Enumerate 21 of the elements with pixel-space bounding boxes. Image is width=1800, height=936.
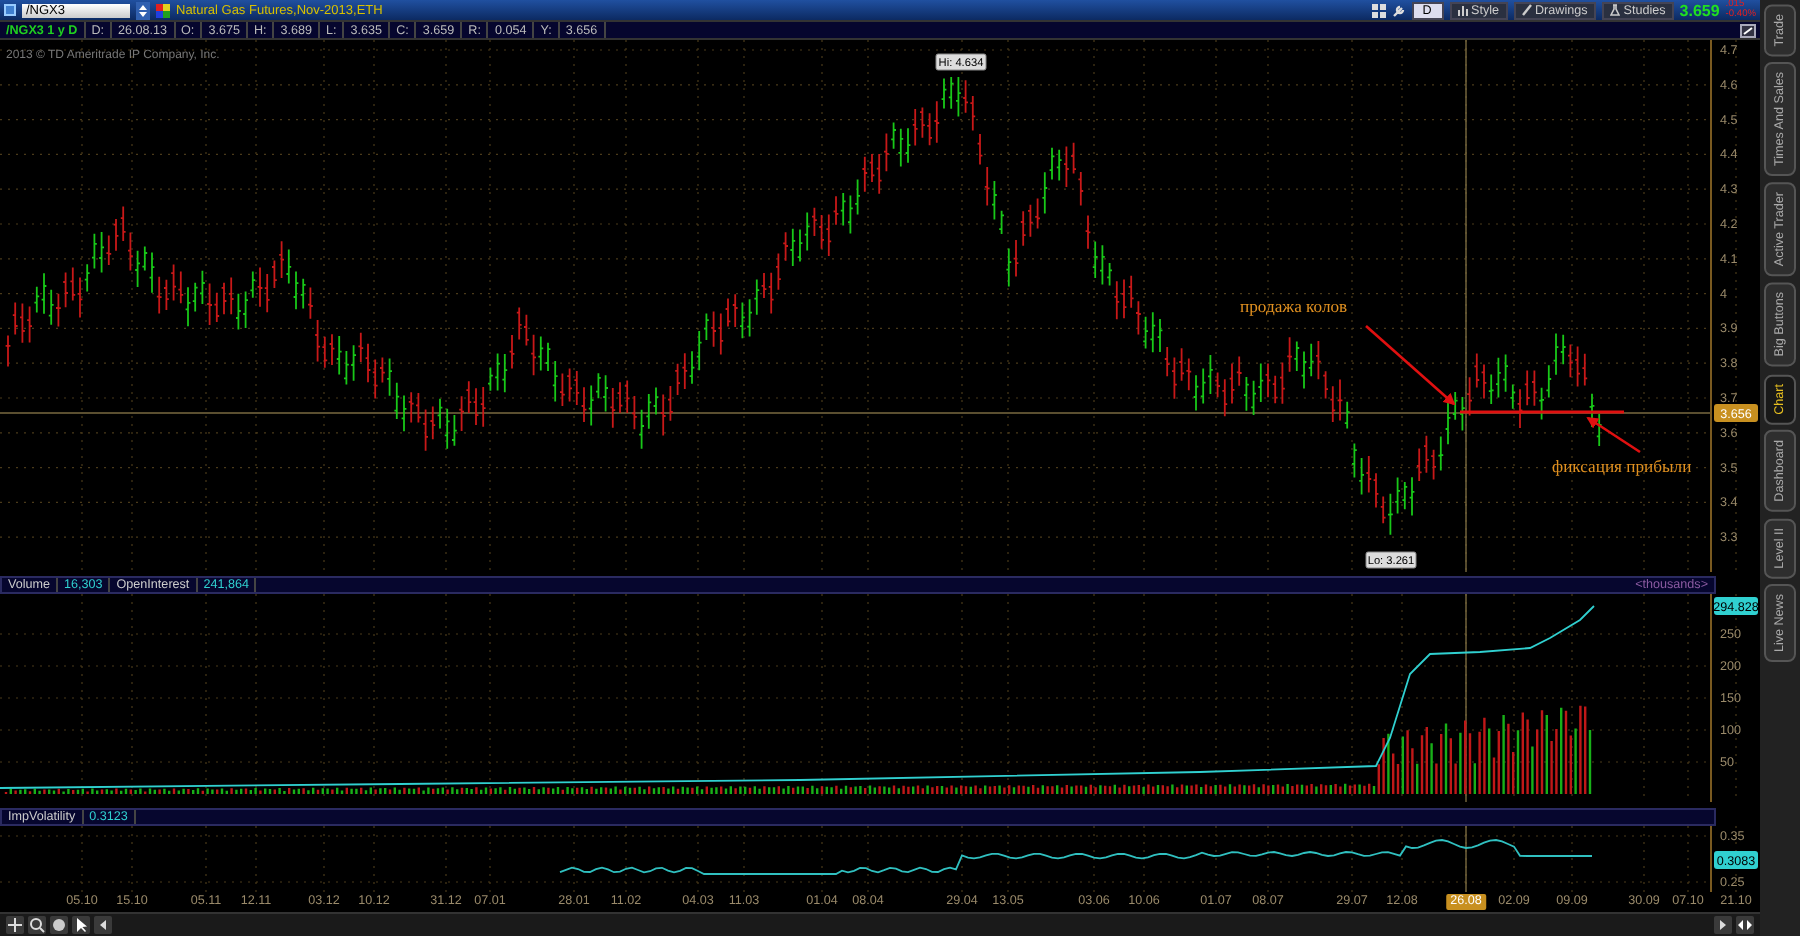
pencil-icon bbox=[1521, 4, 1531, 16]
pointer-icon[interactable] bbox=[72, 916, 90, 934]
zoom-box-icon[interactable] bbox=[1740, 23, 1756, 37]
zoom-in-icon[interactable] bbox=[28, 916, 46, 934]
flask-icon bbox=[1609, 4, 1620, 16]
expand-icon[interactable] bbox=[1736, 916, 1754, 934]
grid-icon[interactable] bbox=[1371, 3, 1385, 17]
wrench-icon[interactable] bbox=[1391, 3, 1405, 17]
bars-icon bbox=[1457, 4, 1467, 16]
arrow bbox=[1365, 325, 1456, 406]
annotation-text: фиксация прибыли bbox=[1552, 456, 1692, 476]
scroll-left-icon[interactable] bbox=[94, 916, 112, 934]
scroll-right-icon[interactable] bbox=[1714, 916, 1732, 934]
arrow bbox=[1586, 416, 1641, 454]
cube-icon bbox=[156, 3, 170, 17]
last-price: 3.659 bbox=[1679, 1, 1720, 19]
crosshair-icon[interactable] bbox=[6, 916, 24, 934]
annotation-text: продажа колов bbox=[1240, 296, 1348, 316]
spinner-icon[interactable] bbox=[136, 1, 150, 19]
axis-line bbox=[1710, 826, 1712, 892]
crosshair-line bbox=[1465, 826, 1467, 892]
